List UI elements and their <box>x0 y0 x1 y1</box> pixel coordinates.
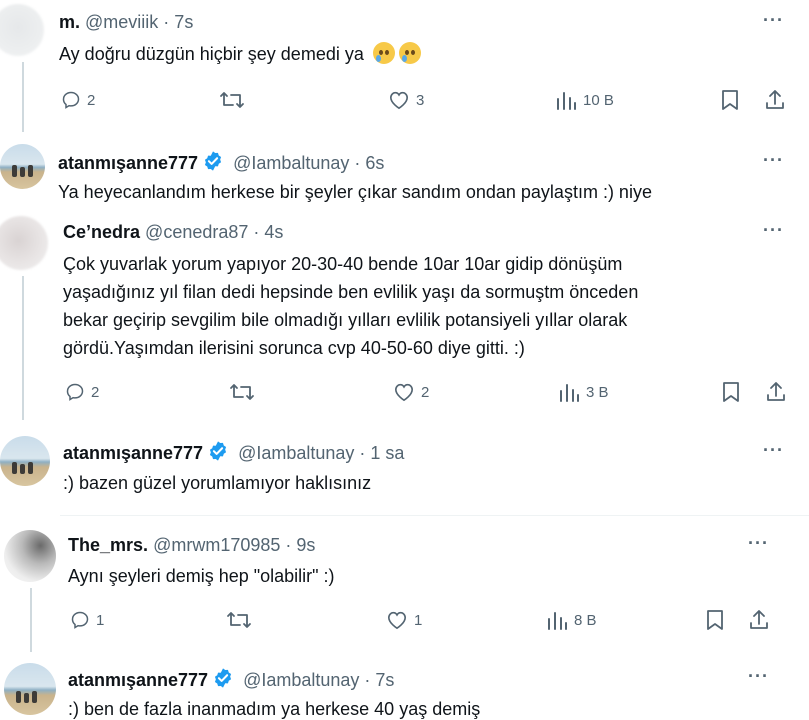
author-handle[interactable]: @meviiik · 7s <box>85 12 193 32</box>
like-button[interactable]: 3 <box>388 90 424 110</box>
thread-line <box>30 588 32 652</box>
avatar[interactable] <box>0 4 44 56</box>
tweet-card[interactable]: atanmışanne777 @Iambaltunay · 7s ··· :) … <box>0 655 809 720</box>
heart-icon <box>387 611 407 630</box>
retweet-icon <box>230 384 254 400</box>
tweet-text: Ya heyecanlandım herkese bir şeyler çıka… <box>58 182 652 202</box>
more-options-icon[interactable]: ··· <box>763 220 784 241</box>
author-name[interactable]: atanmışanne777 <box>58 153 198 173</box>
reply-button[interactable]: 2 <box>61 90 95 110</box>
author-name[interactable]: The_mrs. <box>68 535 148 555</box>
more-options-icon[interactable]: ··· <box>763 440 784 461</box>
like-count: 3 <box>416 91 425 109</box>
retweet-button[interactable] <box>226 609 252 631</box>
author-handle[interactable]: @cenedra87 · 4s <box>145 222 283 242</box>
bookmark-button[interactable] <box>706 609 724 631</box>
more-options-icon[interactable]: ··· <box>748 666 769 687</box>
bookmark-button[interactable] <box>722 381 740 403</box>
reply-count: 2 <box>91 383 100 401</box>
analytics-icon <box>548 612 567 630</box>
avatar[interactable] <box>4 530 56 582</box>
verified-badge-icon <box>215 668 232 688</box>
reply-button[interactable]: 2 <box>65 382 99 402</box>
like-button[interactable]: 2 <box>393 382 429 402</box>
author-handle[interactable]: @mrwm170985 · 9s <box>153 535 315 555</box>
crying-face-emoji <box>372 42 395 64</box>
share-button[interactable] <box>765 381 787 403</box>
more-options-icon[interactable]: ··· <box>763 10 784 31</box>
share-button[interactable] <box>764 89 786 111</box>
tweet-card[interactable]: The_mrs. @mrwm170985 · 9s ··· Aynı şeyle… <box>0 522 790 652</box>
reply-icon <box>71 611 89 629</box>
author-name[interactable]: m. <box>59 12 80 32</box>
crying-face-emoji <box>398 42 421 64</box>
author-name[interactable]: atanmışanne777 <box>68 670 208 690</box>
avatar[interactable] <box>4 663 56 715</box>
avatar[interactable] <box>0 144 45 189</box>
author-handle[interactable]: @Iambaltunay · 6s <box>233 153 384 173</box>
heart-icon <box>389 91 409 110</box>
thread-line <box>22 62 24 132</box>
view-count: 8 B <box>574 611 597 629</box>
reply-count: 1 <box>96 611 105 629</box>
like-count: 1 <box>414 611 423 629</box>
more-options-icon[interactable]: ··· <box>748 533 769 554</box>
views-button[interactable]: 10 B <box>555 90 614 110</box>
tweet-text: :) bazen güzel yorumlamıyor haklısınız <box>63 473 372 493</box>
view-count: 10 B <box>583 91 614 109</box>
verified-badge-icon <box>210 441 227 461</box>
heart-icon <box>394 383 414 402</box>
view-count: 3 B <box>586 383 609 401</box>
tweet-text: Aynı şeyleri demiş hep "olabilir" :) <box>68 566 335 586</box>
tweet-text: :) ben de fazla inanmadım ya herkese 40 … <box>68 699 481 719</box>
retweet-icon <box>220 92 244 108</box>
retweet-button[interactable] <box>219 89 245 111</box>
tweet-text: Ay doğru düzgün hiçbir şey demedi ya <box>59 40 421 68</box>
tweet-card[interactable]: atanmışanne777 @Iambaltunay · 1 sa ··· :… <box>0 428 809 513</box>
author-handle[interactable]: @Iambaltunay · 7s <box>243 670 394 690</box>
tweet-text: Çok yuvarlak yorum yapıyor 20-30-40 bend… <box>63 254 639 358</box>
divider <box>60 515 809 516</box>
share-icon <box>767 382 785 401</box>
reply-button[interactable]: 1 <box>70 610 104 630</box>
verified-badge-icon <box>205 151 222 171</box>
bookmark-icon <box>722 90 738 110</box>
like-button[interactable]: 1 <box>386 610 422 630</box>
views-button[interactable]: 3 B <box>558 382 609 402</box>
tweet-card[interactable]: atanmışanne777 @Iambaltunay · 6s ··· Ya … <box>0 140 809 210</box>
views-button[interactable]: 8 B <box>546 610 597 630</box>
share-icon <box>766 90 784 109</box>
tweet-card[interactable]: Ce’nedra @cenedra87 · 4s ··· Çok yuvarla… <box>0 210 809 420</box>
avatar[interactable] <box>0 436 50 486</box>
like-count: 2 <box>421 383 430 401</box>
author-handle[interactable]: @Iambaltunay · 1 sa <box>238 443 404 463</box>
more-options-icon[interactable]: ··· <box>763 150 784 171</box>
bookmark-button[interactable] <box>721 89 739 111</box>
bookmark-icon <box>723 382 739 402</box>
analytics-icon <box>560 384 579 402</box>
tweet-card[interactable]: m. @meviiik · 7s ··· Ay doğru düzgün hiç… <box>0 0 809 132</box>
share-button[interactable] <box>748 609 770 631</box>
thread-line <box>22 276 24 420</box>
analytics-icon <box>557 92 576 110</box>
bookmark-icon <box>707 610 723 630</box>
author-name[interactable]: atanmışanne777 <box>63 443 203 463</box>
reply-icon <box>66 383 84 401</box>
avatar[interactable] <box>0 216 48 270</box>
retweet-icon <box>227 612 251 628</box>
author-name[interactable]: Ce’nedra <box>63 222 140 242</box>
reply-icon <box>62 91 80 109</box>
share-icon <box>750 610 768 629</box>
retweet-button[interactable] <box>229 381 255 403</box>
reply-count: 2 <box>87 91 96 109</box>
